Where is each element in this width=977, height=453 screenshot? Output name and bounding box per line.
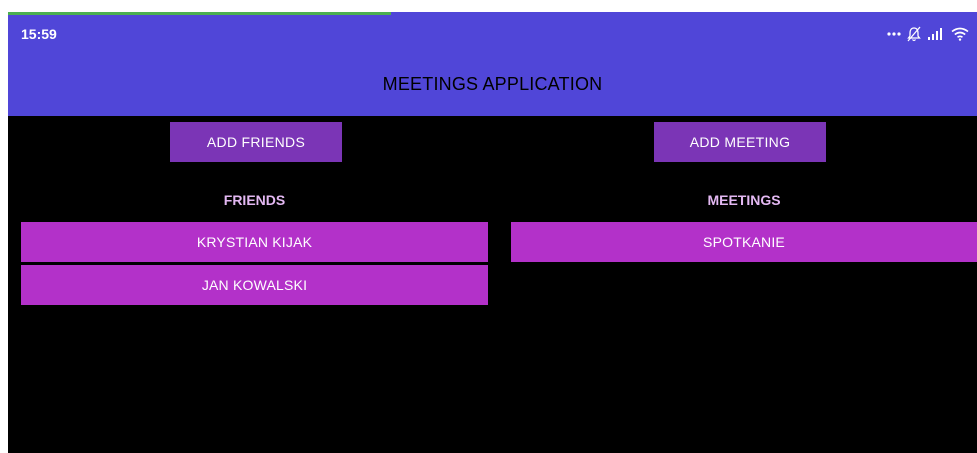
friend-item[interactable]: KRYSTIAN KIJAK [21,222,488,262]
more-dots-icon [887,31,901,37]
add-meeting-button[interactable]: ADD MEETING [654,122,826,162]
add-friends-button[interactable]: ADD FRIENDS [170,122,342,162]
friends-list: KRYSTIAN KIJAK JAN KOWALSKI [21,222,488,305]
meetings-heading: MEETINGS [707,192,781,208]
friends-heading: FRIENDS [223,192,286,208]
meetings-list: SPOTKANIE [511,222,977,262]
wifi-icon [951,27,969,41]
meeting-item[interactable]: SPOTKANIE [511,222,977,262]
status-clock: 15:59 [21,26,57,42]
signal-icon [927,27,945,41]
app-screen: 15:59 MEETINGS APPLICATION ADD FRIENDS A… [8,12,977,453]
status-bar: 15:59 [8,12,977,54]
mute-bell-icon [907,26,921,42]
app-title: MEETINGS APPLICATION [382,74,603,94]
loading-progress-line [8,12,391,15]
status-icons [887,24,969,44]
app-bar: 15:59 MEETINGS APPLICATION [8,12,977,116]
friend-item[interactable]: JAN KOWALSKI [21,265,488,305]
